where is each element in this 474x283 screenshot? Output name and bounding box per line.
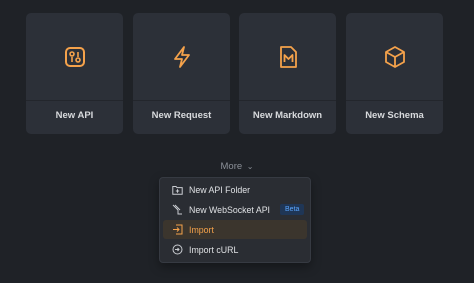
menu-item-import-curl[interactable]: Import cURL [163, 240, 307, 259]
cube-icon [384, 46, 405, 68]
menu-item-label: Import cURL [189, 244, 239, 255]
new-markdown-card[interactable]: New Markdown [239, 13, 336, 134]
menu-item-new-websocket-api[interactable]: New WebSocket API Beta [163, 200, 307, 219]
import-icon [171, 224, 183, 236]
new-api-card[interactable]: New API [26, 13, 123, 134]
beta-badge: Beta [280, 204, 305, 215]
new-schema-card[interactable]: New Schema [346, 13, 443, 134]
more-menu: New API Folder New WebSocket API Beta Im… [159, 177, 311, 263]
more-dropdown-toggle[interactable]: More ⌄ [0, 161, 474, 172]
api-icon [64, 47, 85, 67]
new-api-label: New API [55, 110, 94, 121]
menu-item-label: Import [189, 224, 214, 235]
lightning-icon [173, 46, 190, 68]
menu-item-label: New WebSocket API [189, 204, 271, 215]
new-schema-label: New Schema [365, 110, 424, 121]
menu-item-import[interactable]: Import [163, 220, 307, 239]
create-cards: New API New Request New Markdown New Sch… [26, 13, 444, 134]
websocket-icon [171, 204, 183, 216]
menu-item-new-api-folder[interactable]: New API Folder [163, 180, 307, 199]
more-label: More [220, 161, 243, 172]
new-markdown-label: New Markdown [252, 110, 323, 121]
chevron-down-icon: ⌄ [246, 162, 254, 171]
curl-icon [171, 244, 183, 256]
folder-plus-icon [171, 184, 183, 196]
new-request-label: New Request [151, 110, 212, 121]
new-request-card[interactable]: New Request [133, 13, 230, 134]
menu-item-label: New API Folder [189, 184, 251, 195]
markdown-icon [279, 46, 297, 68]
